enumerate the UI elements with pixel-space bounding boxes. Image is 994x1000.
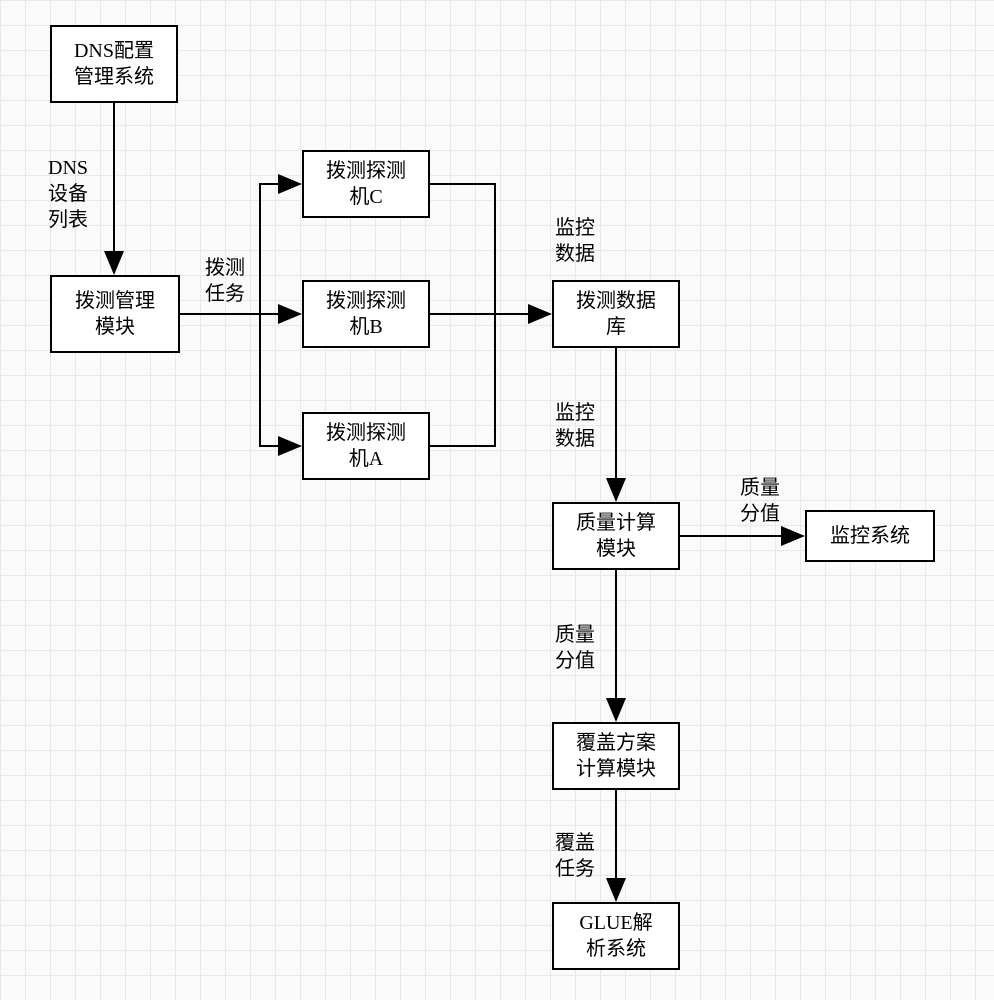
dns-config-label: DNS配置管理系统 — [74, 38, 154, 90]
probe-a-label: 拨测探测机A — [326, 420, 406, 472]
dns-config-box: DNS配置管理系统 — [50, 25, 178, 103]
monitor-data-1-label: 监控数据 — [555, 215, 595, 267]
quality-calc-box: 质量计算模块 — [552, 502, 680, 570]
monitor-sys-box: 监控系统 — [805, 510, 935, 562]
quality-score-1-label: 质量分值 — [740, 475, 780, 527]
monitor-data-2-label: 监控数据 — [555, 400, 595, 452]
coverage-calc-label: 覆盖方案计算模块 — [576, 730, 656, 782]
glue-parser-label: GLUE解析系统 — [579, 910, 652, 962]
probe-task-label: 拨测任务 — [205, 255, 245, 307]
probe-mgr-label: 拨测管理模块 — [75, 288, 155, 340]
coverage-calc-box: 覆盖方案计算模块 — [552, 722, 680, 790]
arrows-layer — [0, 0, 994, 1000]
probe-c-box: 拨测探测机C — [302, 150, 430, 218]
quality-calc-label: 质量计算模块 — [576, 510, 656, 562]
probe-a-box: 拨测探测机A — [302, 412, 430, 480]
quality-score-2-label: 质量分值 — [555, 622, 595, 674]
probe-c-label: 拨测探测机C — [326, 158, 406, 210]
probe-b-label: 拨测探测机B — [326, 288, 406, 340]
probe-mgr-box: 拨测管理模块 — [50, 275, 180, 353]
probe-db-box: 拨测数据库 — [552, 280, 680, 348]
monitor-sys-label: 监控系统 — [830, 523, 910, 549]
dns-device-list-label: DNS设备列表 — [48, 155, 88, 233]
probe-db-label: 拨测数据库 — [576, 288, 656, 340]
coverage-task-label: 覆盖任务 — [555, 830, 595, 882]
glue-parser-box: GLUE解析系统 — [552, 902, 680, 970]
probe-b-box: 拨测探测机B — [302, 280, 430, 348]
